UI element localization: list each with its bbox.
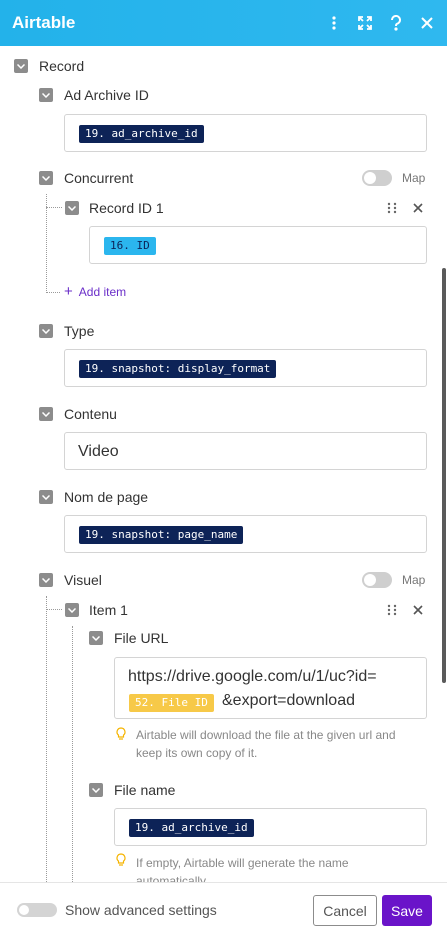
remove-item-icon[interactable] — [412, 604, 424, 616]
file-url-text: https://drive.google.com/u/1/uc?id= — [128, 668, 377, 685]
concurrent-tree-line — [46, 194, 47, 293]
file-name-field[interactable]: 19. ad_archive_id — [114, 808, 427, 846]
contenu-field[interactable]: Video — [64, 432, 427, 470]
lightbulb-icon — [116, 853, 126, 866]
file-name-toggle[interactable] — [89, 783, 103, 797]
add-item-button[interactable]: + Add item — [64, 283, 126, 300]
file-url-label: File URL — [114, 630, 169, 646]
module-title: Airtable — [12, 13, 76, 32]
file-url-toggle[interactable] — [89, 631, 103, 645]
contenu-toggle[interactable] — [39, 407, 53, 421]
item-1-label: Item 1 — [89, 602, 128, 618]
record-label: Record — [39, 58, 85, 74]
more-vertical-icon[interactable] — [326, 15, 342, 31]
advanced-settings-label: Show advanced settings — [65, 902, 217, 918]
item-1-toggle[interactable] — [65, 603, 79, 617]
remove-item-icon[interactable] — [412, 202, 424, 214]
advanced-settings-toggle[interactable] — [17, 903, 57, 917]
nom-de-page-field[interactable]: 19. snapshot: page_name — [64, 515, 427, 553]
file-url-field[interactable]: https://drive.google.com/u/1/uc?id= 52. … — [114, 657, 427, 719]
save-button[interactable]: Save — [382, 895, 432, 926]
record-id-1-field[interactable]: 16. ID — [89, 226, 427, 264]
contenu-label: Contenu — [64, 406, 117, 422]
tree-connector — [46, 609, 62, 610]
record-id-pill[interactable]: 16. ID — [104, 237, 156, 255]
plus-icon: + — [64, 283, 73, 300]
type-toggle[interactable] — [39, 324, 53, 338]
file-url-suffix: &export=download — [222, 692, 355, 709]
tree-connector — [46, 207, 62, 208]
ad-archive-id-toggle[interactable] — [39, 88, 53, 102]
ad-archive-id-pill[interactable]: 19. ad_archive_id — [79, 125, 204, 143]
drag-handle-icon[interactable] — [387, 604, 397, 616]
file-name-label: File name — [114, 782, 176, 798]
nom-de-page-label: Nom de page — [64, 489, 149, 505]
form-body[interactable]: Record Ad Archive ID 19. ad_archive_id C… — [0, 46, 447, 882]
file-id-pill[interactable]: 52. File ID — [129, 694, 214, 712]
visuel-label: Visuel — [64, 572, 102, 588]
visuel-map-label: Map — [402, 573, 426, 587]
header-actions — [326, 0, 435, 46]
cancel-button[interactable]: Cancel — [313, 895, 377, 926]
file-name-hint: If empty, Airtable will generate the nam… — [136, 856, 349, 882]
visuel-map-toggle[interactable] — [362, 572, 392, 588]
tree-connector — [46, 292, 60, 293]
concurrent-label: Concurrent — [64, 170, 134, 186]
record-id-1-toggle[interactable] — [65, 201, 79, 215]
help-icon[interactable] — [388, 15, 404, 31]
drag-handle-icon[interactable] — [387, 202, 397, 214]
type-field[interactable]: 19. snapshot: display_format — [64, 349, 427, 387]
record-collapse-toggle[interactable] — [14, 59, 28, 73]
close-icon[interactable] — [419, 15, 435, 31]
concurrent-map-label: Map — [402, 171, 426, 185]
scrollbar[interactable] — [442, 268, 446, 683]
record-id-1-label: Record ID 1 — [89, 200, 164, 216]
type-label: Type — [64, 323, 95, 339]
concurrent-toggle[interactable] — [39, 171, 53, 185]
ad-archive-id-label: Ad Archive ID — [64, 87, 149, 103]
file-url-hint: Airtable will download the file at the g… — [136, 728, 396, 760]
expand-icon[interactable] — [357, 15, 373, 31]
contenu-value: Video — [78, 443, 119, 460]
type-pill[interactable]: 19. snapshot: display_format — [79, 360, 277, 378]
visuel-toggle[interactable] — [39, 573, 53, 587]
page-name-pill[interactable]: 19. snapshot: page_name — [79, 526, 244, 544]
footer: Show advanced settings Cancel Save — [0, 882, 447, 931]
nom-de-page-toggle[interactable] — [39, 490, 53, 504]
concurrent-map-toggle[interactable] — [362, 170, 392, 186]
lightbulb-icon — [116, 727, 126, 740]
visuel-tree-line — [46, 596, 47, 882]
file-name-pill[interactable]: 19. ad_archive_id — [129, 819, 254, 837]
item-tree-line — [72, 626, 73, 882]
module-header: Airtable — [0, 0, 447, 46]
ad-archive-id-field[interactable]: 19. ad_archive_id — [64, 114, 427, 152]
